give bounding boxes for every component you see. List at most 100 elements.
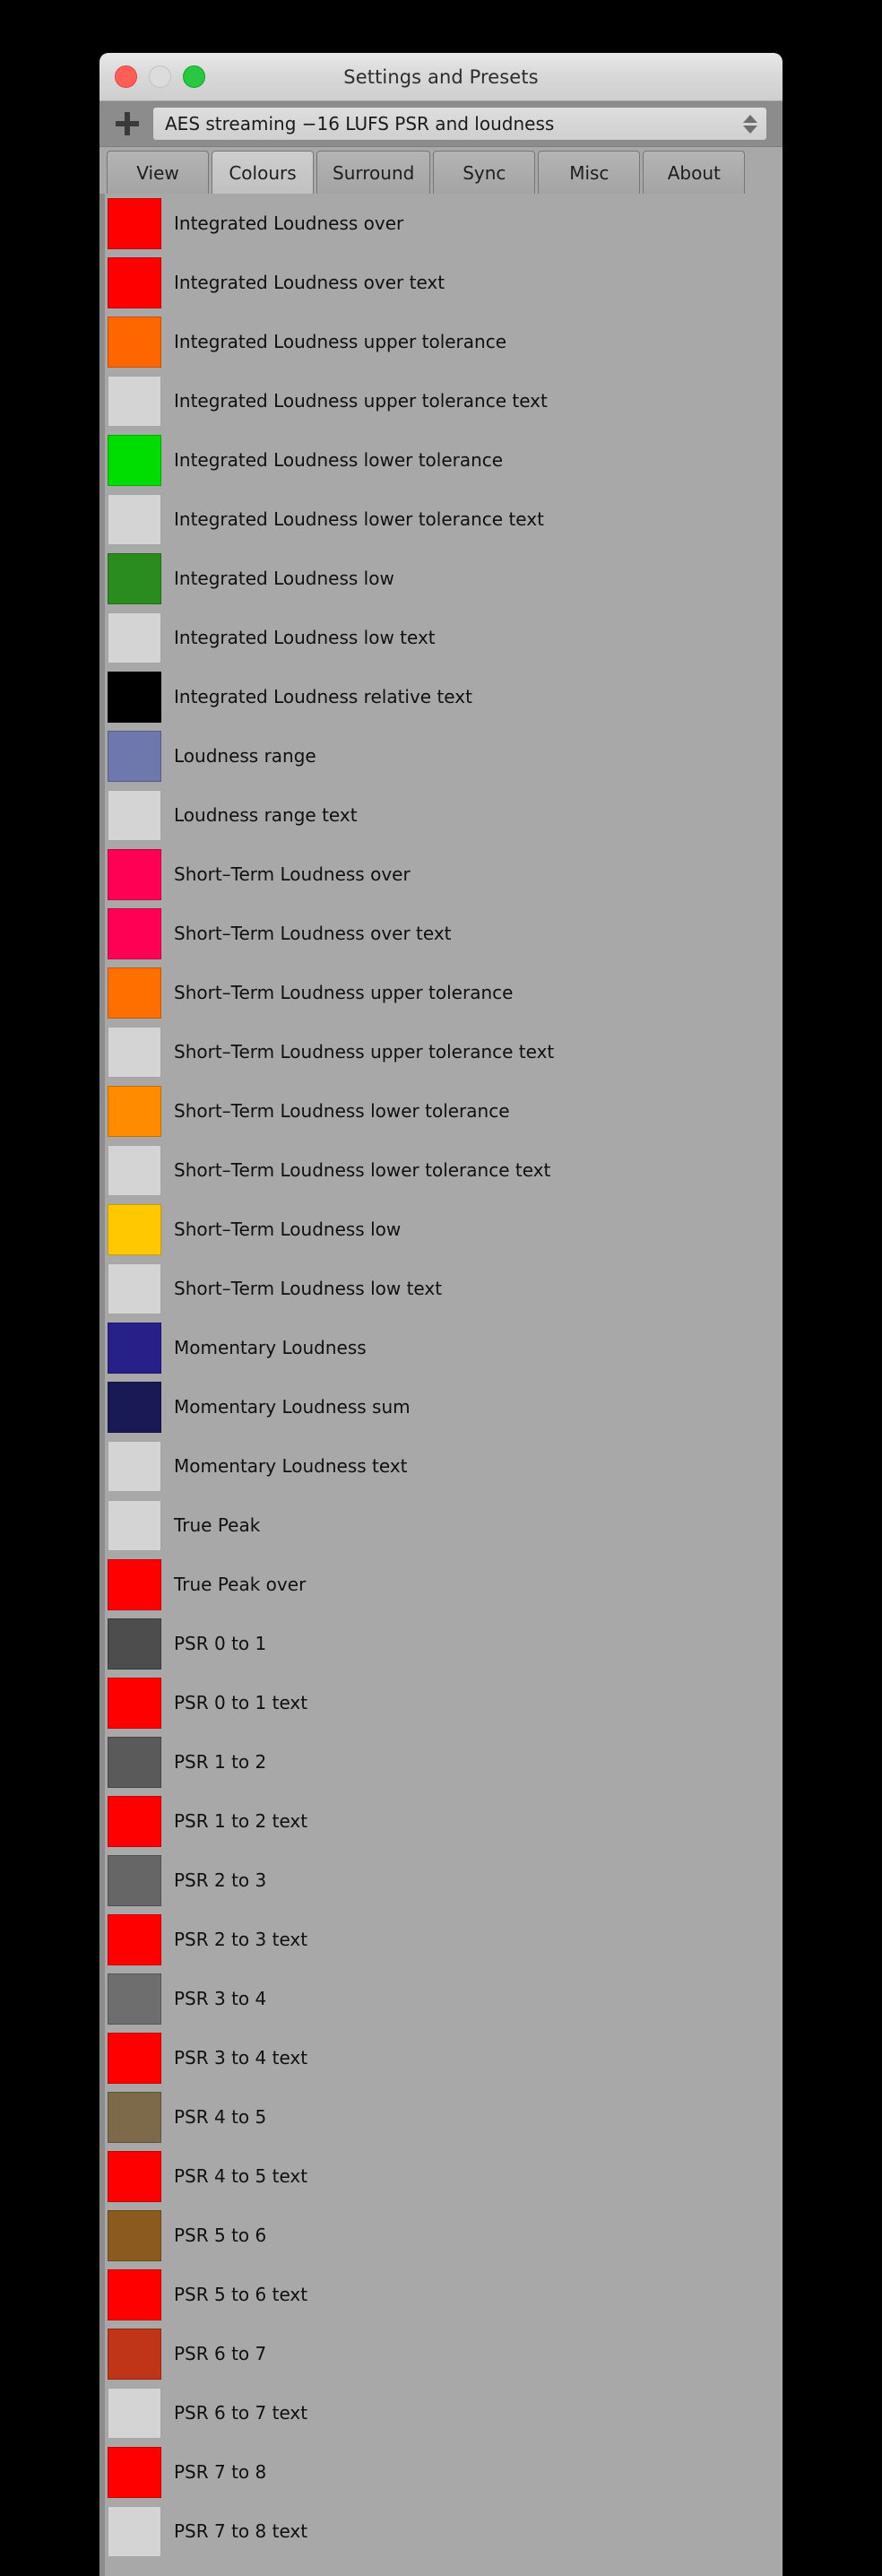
colour-row-label: Momentary Loudness text <box>174 1455 408 1477</box>
tab-colours[interactable]: Colours <box>212 151 314 194</box>
colour-row-label: PSR 4 to 5 text <box>174 2165 308 2187</box>
minimize-window-icon[interactable] <box>149 65 171 88</box>
colour-swatch[interactable] <box>108 1499 161 1551</box>
colour-row: PSR 6 to 7 text <box>105 2383 783 2442</box>
colour-swatch[interactable] <box>108 730 161 782</box>
tab-label: View <box>136 161 179 184</box>
colour-row-label: PSR 5 to 6 text <box>174 2284 308 2305</box>
colour-swatch[interactable] <box>108 493 161 545</box>
tab-surround[interactable]: Surround <box>316 151 431 194</box>
colour-swatch[interactable] <box>108 1322 161 1374</box>
add-preset-button[interactable] <box>108 106 147 142</box>
colour-row: PSR 2 to 3 <box>105 1851 783 1910</box>
colour-row-label: PSR 7 to 8 <box>174 2461 267 2483</box>
colour-row: Integrated Loudness low text <box>105 608 783 667</box>
zoom-window-icon[interactable] <box>183 65 205 88</box>
tab-sync[interactable]: Sync <box>433 151 536 194</box>
colour-swatch[interactable] <box>108 2032 161 2084</box>
colour-row-label: PSR 6 to 7 <box>174 2343 267 2364</box>
stepper-down-arrow <box>743 125 757 134</box>
colour-swatch[interactable] <box>108 434 161 486</box>
colour-swatch[interactable] <box>108 1203 161 1255</box>
colour-row-label: PSR 3 to 4 text <box>174 2047 308 2069</box>
tab-view[interactable]: View <box>107 151 209 194</box>
colour-row-label: PSR 4 to 5 <box>174 2106 267 2128</box>
colour-row: Short–Term Loudness over <box>105 845 783 904</box>
colour-swatch[interactable] <box>108 2150 161 2202</box>
colour-swatch[interactable] <box>108 1085 161 1137</box>
colour-swatch[interactable] <box>108 848 161 900</box>
colour-row-label: Integrated Loudness low text <box>174 627 436 648</box>
colour-swatch[interactable] <box>108 2446 161 2498</box>
colour-swatch[interactable] <box>108 1618 161 1670</box>
colour-swatch[interactable] <box>108 611 161 664</box>
colour-row: Loudness range text <box>105 785 783 845</box>
up-down-stepper-icon[interactable] <box>743 112 757 135</box>
colour-swatch[interactable] <box>108 1440 161 1492</box>
colour-swatch[interactable] <box>108 1795 161 1847</box>
colour-swatch[interactable] <box>108 1736 161 1788</box>
colour-row: Integrated Loudness over text <box>105 253 783 312</box>
colour-swatch[interactable] <box>108 256 161 308</box>
preset-dropdown[interactable]: AES streaming −16 LUFS PSR and loudness <box>152 107 767 141</box>
colour-row-label: Momentary Loudness <box>174 1337 367 1358</box>
colour-swatch[interactable] <box>108 2091 161 2143</box>
colour-row-label: PSR 7 to 8 text <box>174 2520 308 2542</box>
colour-row: Momentary Loudness <box>105 1318 783 1377</box>
colour-row: Integrated Loudness over <box>105 194 783 253</box>
colour-row-label: True Peak <box>174 1514 261 1536</box>
colour-row: Short–Term Loudness over text <box>105 904 783 963</box>
colour-swatch[interactable] <box>108 671 161 723</box>
colour-swatch[interactable] <box>108 1854 161 1906</box>
colour-row-label: PSR 3 to 4 <box>174 1988 267 2009</box>
colour-swatch[interactable] <box>108 2268 161 2320</box>
colour-row-label: Integrated Loudness upper tolerance text <box>174 390 548 412</box>
colour-row: PSR 1 to 2 <box>105 1732 783 1791</box>
colour-swatch[interactable] <box>108 197 161 249</box>
colour-row: Short–Term Loudness upper tolerance <box>105 963 783 1022</box>
colour-swatch[interactable] <box>108 1381 161 1433</box>
tab-about[interactable]: About <box>643 151 746 194</box>
window-titlebar[interactable]: Settings and Presets <box>99 53 783 101</box>
colour-row: Short–Term Loudness lower tolerance text <box>105 1141 783 1200</box>
colour-swatch[interactable] <box>108 1144 161 1196</box>
colour-row: Integrated Loudness lower tolerance text <box>105 490 783 549</box>
colour-swatch[interactable] <box>108 316 161 368</box>
colour-row: PSR 5 to 6 <box>105 2206 783 2265</box>
close-window-icon[interactable] <box>115 65 137 88</box>
colour-swatch[interactable] <box>108 2209 161 2261</box>
colour-swatch[interactable] <box>108 552 161 604</box>
colour-swatch[interactable] <box>108 1026 161 1078</box>
tab-label: About <box>667 161 721 184</box>
colour-swatch[interactable] <box>108 967 161 1019</box>
colour-row-label: PSR 6 to 7 text <box>174 2402 308 2424</box>
colour-row: PSR 4 to 5 text <box>105 2147 783 2206</box>
colour-swatch[interactable] <box>108 1677 161 1729</box>
colour-row-label: Short–Term Loudness over text <box>174 923 452 944</box>
colour-swatch[interactable] <box>108 1913 161 1965</box>
colour-swatch[interactable] <box>108 2387 161 2439</box>
colour-row: True Peak over <box>105 1555 783 1614</box>
colour-row-label: Integrated Loudness over text <box>174 272 445 293</box>
colour-swatch[interactable] <box>108 2328 161 2380</box>
colour-swatch[interactable] <box>108 1558 161 1610</box>
colour-row-label: Loudness range text <box>174 804 358 826</box>
plus-icon <box>116 112 139 135</box>
tab-bar: View Colours Surround Sync Misc About <box>99 147 783 194</box>
colour-row: PSR 3 to 4 text <box>105 2028 783 2087</box>
preset-bar: AES streaming −16 LUFS PSR and loudness <box>99 101 783 147</box>
colour-swatch[interactable] <box>108 1262 161 1314</box>
colour-swatch[interactable] <box>108 2505 161 2557</box>
colour-row-label: Integrated Loudness lower tolerance <box>174 449 504 471</box>
colour-row-label: PSR 0 to 1 text <box>174 1692 308 1713</box>
tab-misc[interactable]: Misc <box>538 151 641 194</box>
colour-row: Short–Term Loudness low text <box>105 1259 783 1318</box>
colour-swatch[interactable] <box>108 789 161 841</box>
colour-row-label: Short–Term Loudness lower tolerance text <box>174 1159 551 1181</box>
colour-row-label: Short–Term Loudness over <box>174 863 411 885</box>
colour-row-label: Integrated Loudness upper tolerance <box>174 331 507 352</box>
colour-swatch[interactable] <box>108 375 161 427</box>
colour-swatch[interactable] <box>108 1973 161 2025</box>
colour-swatch[interactable] <box>108 907 161 959</box>
traffic-light-group <box>115 53 205 100</box>
